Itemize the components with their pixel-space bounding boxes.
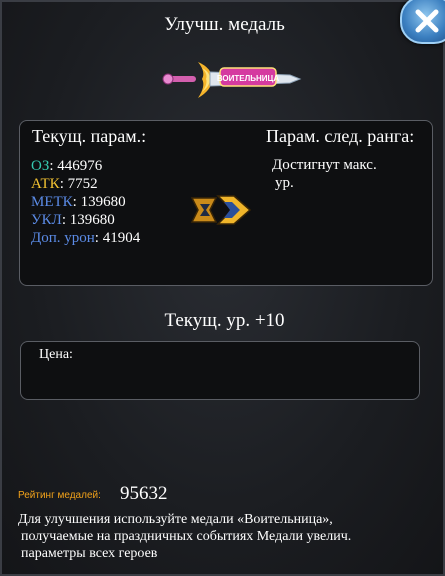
description-line2: получаемые на праздничных событиях Медал… xyxy=(21,529,352,544)
current-params-heading: Текущ. парам.: xyxy=(32,126,147,146)
max-level-line1: Достигнут макс. xyxy=(272,157,377,173)
rank-arrow-icon xyxy=(190,195,252,225)
description-line1: Для улучшения используйте медали «Воител… xyxy=(18,512,333,527)
stat-hp: ОЗ: 446976 xyxy=(31,158,103,174)
upgrade-description: Для улучшения используйте медали «Воител… xyxy=(18,511,438,562)
stat-extra-damage-label: Доп. урон xyxy=(31,230,95,246)
stat-atk-label: АТК xyxy=(31,176,60,192)
stat-extra-damage-value: 41904 xyxy=(102,230,141,246)
stat-atk-value: 7752 xyxy=(67,176,98,192)
window-title: Улучш. медаль xyxy=(164,14,285,35)
next-rank-params-heading: Парам. след. ранга: xyxy=(266,126,415,146)
price-panel xyxy=(20,341,420,400)
stat-evasion-value: 139680 xyxy=(69,212,115,228)
stat-evasion: УКЛ: 139680 xyxy=(31,212,115,228)
medal-banner-text: ВОИТЕЛЬНИЦА xyxy=(217,74,280,83)
stat-accuracy-value: 139680 xyxy=(80,194,126,210)
close-icon xyxy=(415,9,439,33)
upgrade-medal-window: Улучш. медаль ВОИТЕЛЬНИЦА Текущ. парам.:… xyxy=(0,0,445,576)
stat-atk: АТК: 7752 xyxy=(31,176,98,192)
stat-accuracy: МЕТК: 139680 xyxy=(31,194,126,210)
price-label: Цена: xyxy=(39,347,73,362)
medal-rating-value: 95632 xyxy=(120,483,168,504)
stat-hp-label: ОЗ xyxy=(31,158,50,174)
close-button[interactable] xyxy=(400,0,445,44)
description-line3: параметры всех героев xyxy=(21,546,158,561)
stat-hp-value: 446976 xyxy=(57,158,103,174)
medal-sword-icon: ВОИТЕЛЬНИЦА xyxy=(162,62,302,98)
stat-evasion-label: УКЛ xyxy=(31,212,62,228)
current-level: Текущ. ур. +10 xyxy=(164,310,285,331)
stat-extra-damage: Доп. урон: 41904 xyxy=(31,230,141,246)
stat-accuracy-label: МЕТК xyxy=(31,194,73,210)
next-rank-info: Достигнут макс. ур. xyxy=(272,156,412,192)
medal-rating-label: Рейтинг медалей: xyxy=(18,490,101,501)
max-level-line2: ур. xyxy=(275,175,294,191)
